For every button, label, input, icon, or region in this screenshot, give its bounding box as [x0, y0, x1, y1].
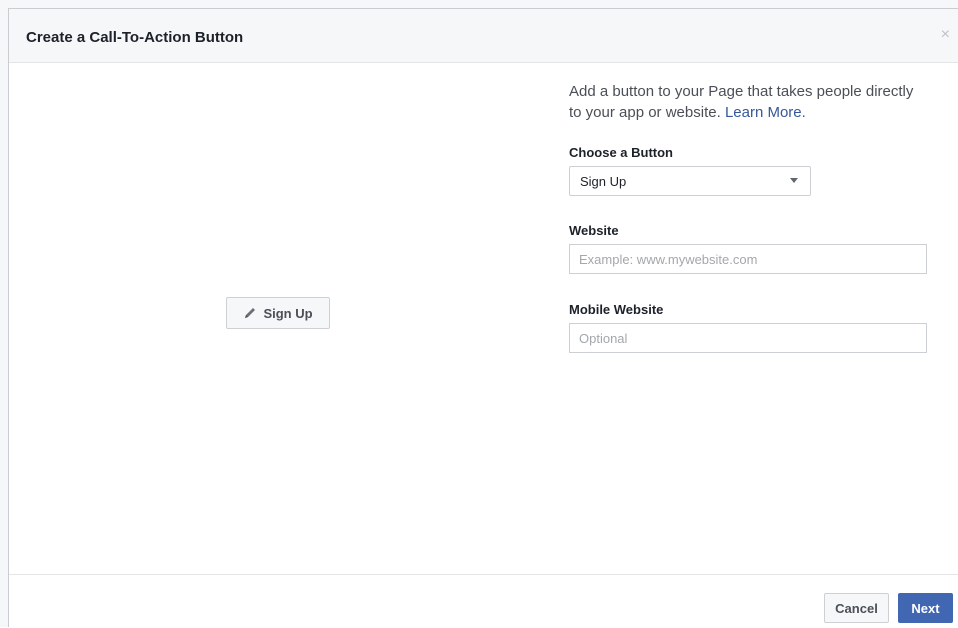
- pencil-icon: [245, 308, 256, 318]
- dialog-header: Create a Call-To-Action Button ×: [9, 9, 958, 63]
- cta-dialog: Create a Call-To-Action Button × Sign Up…: [8, 8, 958, 628]
- choose-button-value: Sign Up: [580, 173, 627, 189]
- learn-more-link[interactable]: Learn More.: [725, 104, 806, 121]
- dialog-title: Create a Call-To-Action Button: [26, 29, 244, 46]
- preview-button-label: Sign Up: [263, 305, 313, 321]
- preview-sign-up-button[interactable]: Sign Up: [226, 297, 330, 329]
- next-button[interactable]: Next: [898, 593, 953, 623]
- website-input[interactable]: [569, 244, 927, 274]
- cancel-button[interactable]: Cancel: [824, 593, 889, 623]
- dialog-footer: Cancel Next: [9, 574, 958, 628]
- mobile-website-input[interactable]: [569, 323, 927, 353]
- intro-text: Add a button to your Page that takes peo…: [569, 81, 929, 123]
- choose-button-select[interactable]: Sign Up: [569, 166, 811, 196]
- website-label: Website: [569, 223, 619, 238]
- close-icon[interactable]: ×: [941, 27, 950, 43]
- choose-button-label: Choose a Button: [569, 145, 673, 160]
- mobile-website-label: Mobile Website: [569, 302, 664, 317]
- chevron-down-icon: [790, 178, 798, 183]
